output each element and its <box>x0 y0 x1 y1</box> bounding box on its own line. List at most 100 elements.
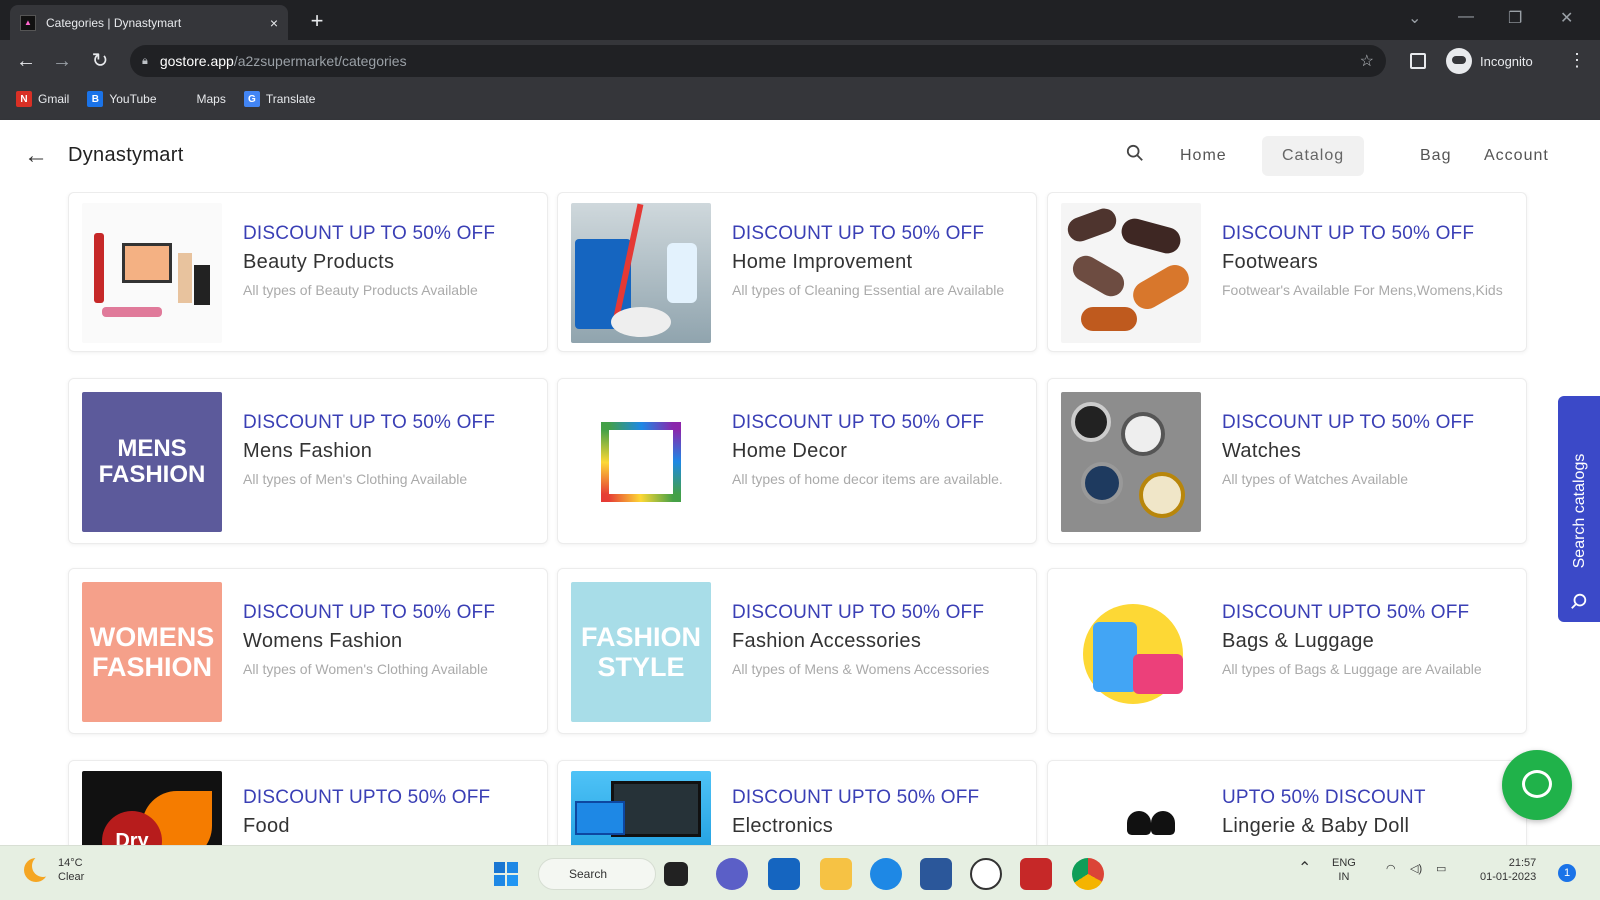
restore-icon[interactable]: ❐ <box>1508 8 1522 28</box>
weather-temp: 14°C <box>58 857 83 869</box>
address-bar[interactable]: 🔒︎ gostore.app /a2zsupermarket/categorie… <box>130 45 1386 77</box>
category-image[interactable] <box>82 203 222 343</box>
discount-label[interactable]: UPTO 50% DISCOUNT <box>1222 787 1516 809</box>
battery-icon[interactable]: ▭ <box>1436 862 1446 876</box>
category-description: All types of Mens & Womens Accessories <box>732 661 990 677</box>
category-card[interactable]: DISCOUNT UPTO 50% OFF Electronics <box>557 760 1037 845</box>
clock[interactable]: 21:57 01-01-2023 <box>1480 856 1536 884</box>
new-tab-button[interactable]: + <box>304 8 330 34</box>
discount-label[interactable]: DISCOUNT UP TO 50% OFF <box>1222 412 1516 434</box>
discount-label[interactable]: DISCOUNT UP TO 50% OFF <box>732 602 1026 624</box>
category-card[interactable]: DISCOUNT UPTO 50% OFF Bags & Luggage All t… <box>1047 568 1527 734</box>
browser-tab[interactable]: ▲ Categories | Dynastymart × <box>10 5 288 40</box>
close-tab-icon[interactable]: × <box>270 15 278 31</box>
category-card[interactable]: DISCOUNT UP TO 50% OFF Footwears Footwear'… <box>1047 192 1527 352</box>
discount-label[interactable]: DISCOUNT UP TO 50% OFF <box>732 412 1026 434</box>
chat-app-icon[interactable] <box>716 858 748 890</box>
category-name[interactable]: Footwears <box>1222 251 1516 274</box>
dell-icon[interactable] <box>970 858 1002 890</box>
category-card[interactable]: FASHION STYLE DISCOUNT UP TO 50% OFF Fashio… <box>557 568 1037 734</box>
wifi-icon[interactable]: ◠ <box>1386 862 1396 876</box>
category-image[interactable]: WOMENS FASHION <box>82 582 222 722</box>
reload-icon[interactable]: ↻ <box>88 49 112 73</box>
discount-label[interactable]: DISCOUNT UPTO 50% OFF <box>1222 602 1516 624</box>
show-hidden-icons-icon[interactable]: ⌃ <box>1298 861 1311 877</box>
edge-icon[interactable] <box>870 858 902 890</box>
taskbar-search[interactable]: Search <box>538 858 656 890</box>
category-image[interactable]: MENS FASHION <box>82 392 222 532</box>
category-name[interactable]: Home Improvement <box>732 251 1026 274</box>
task-view-icon[interactable] <box>664 862 688 886</box>
mcafee-icon[interactable] <box>1020 858 1052 890</box>
category-image[interactable] <box>571 392 711 532</box>
incognito-profile-button[interactable]: Incognito <box>1446 45 1533 77</box>
discount-label[interactable]: DISCOUNT UP TO 50% OFF <box>243 223 537 245</box>
outlook-icon[interactable] <box>768 858 800 890</box>
category-name[interactable]: Food <box>243 815 537 838</box>
category-card[interactable]: WOMENS FASHION DISCOUNT UP TO 50% OFF Women… <box>68 568 548 734</box>
category-image[interactable]: Dry <box>82 771 222 845</box>
weather-widget[interactable]: 14°C Clear <box>24 855 84 884</box>
lock-icon[interactable]: 🔒︎ <box>142 55 148 68</box>
discount-label[interactable]: DISCOUNT UPTO 50% OFF <box>243 787 537 809</box>
category-name[interactable]: Lingerie & Baby Doll <box>1222 815 1516 838</box>
chat-button[interactable] <box>1502 750 1572 820</box>
minimize-icon[interactable]: — <box>1458 8 1474 26</box>
category-name[interactable]: Bags & Luggage <box>1222 630 1516 653</box>
language-indicator[interactable]: ENG IN <box>1332 856 1356 884</box>
nav-bag[interactable]: Bag <box>1400 136 1471 176</box>
category-card[interactable]: Dry DISCOUNT UPTO 50% OFF Food <box>68 760 548 845</box>
windows-start-icon[interactable] <box>490 858 522 890</box>
chrome-icon[interactable] <box>1072 858 1104 890</box>
category-card[interactable]: MENS FASHION DISCOUNT UP TO 50% OFF Mens Fa… <box>68 378 548 544</box>
search-icon <box>1571 593 1587 609</box>
discount-label[interactable]: DISCOUNT UP TO 50% OFF <box>243 412 537 434</box>
category-image[interactable] <box>1061 771 1201 845</box>
close-window-icon[interactable]: ✕ <box>1560 8 1573 28</box>
category-card[interactable]: DISCOUNT UP TO 50% OFF Home Decor All type… <box>557 378 1037 544</box>
back-icon[interactable]: ← <box>14 49 38 73</box>
side-panel-icon[interactable] <box>1410 53 1426 69</box>
bookmark-gmail[interactable]: N Gmail <box>16 91 69 107</box>
category-card[interactable]: DISCOUNT UP TO 50% OFF Beauty Products All… <box>68 192 548 352</box>
category-image[interactable]: FASHION STYLE <box>571 582 711 722</box>
category-image[interactable] <box>1061 392 1201 532</box>
brand-name[interactable]: Dynastymart <box>68 144 184 167</box>
tab-search-icon[interactable]: ⌄ <box>1408 8 1421 28</box>
bookmark-translate[interactable]: G Translate <box>243 91 315 107</box>
nav-home[interactable]: Home <box>1160 136 1247 176</box>
category-name[interactable]: Fashion Accessories <box>732 630 1026 653</box>
nav-account[interactable]: Account <box>1464 136 1569 176</box>
maps-icon <box>174 91 191 107</box>
category-card[interactable]: DISCOUNT UP TO 50% OFF Home Improvement Al… <box>557 192 1037 352</box>
search-catalogs-tab[interactable]: Search catalogs <box>1558 396 1600 622</box>
category-image[interactable] <box>571 203 711 343</box>
store-icon[interactable] <box>920 858 952 890</box>
category-name[interactable]: Mens Fashion <box>243 440 537 463</box>
bookmark-star-icon[interactable]: ☆ <box>1360 51 1374 71</box>
discount-label[interactable]: DISCOUNT UP TO 50% OFF <box>243 602 537 624</box>
search-icon[interactable] <box>1126 144 1144 162</box>
nav-catalog[interactable]: Catalog <box>1262 136 1365 176</box>
category-card[interactable]: DISCOUNT UP TO 50% OFF Watches All types o… <box>1047 378 1527 544</box>
file-explorer-icon[interactable] <box>820 858 852 890</box>
browser-menu-icon[interactable]: ⋮ <box>1568 50 1586 71</box>
bookmark-youtube[interactable]: B YouTube <box>87 91 157 107</box>
category-name[interactable]: Home Decor <box>732 440 1026 463</box>
category-name[interactable]: Watches <box>1222 440 1516 463</box>
category-card[interactable]: UPTO 50% DISCOUNT Lingerie & Baby Doll <box>1047 760 1527 845</box>
back-arrow-icon[interactable]: ← <box>24 142 48 170</box>
discount-label[interactable]: DISCOUNT UP TO 50% OFF <box>1222 223 1516 245</box>
category-image[interactable] <box>1061 582 1201 722</box>
discount-label[interactable]: DISCOUNT UPTO 50% OFF <box>732 787 1026 809</box>
category-name[interactable]: Beauty Products <box>243 251 537 274</box>
discount-label[interactable]: DISCOUNT UP TO 50% OFF <box>732 223 1026 245</box>
bookmark-maps[interactable]: Maps <box>174 91 226 107</box>
notification-badge[interactable]: 1 <box>1558 864 1576 882</box>
volume-icon[interactable]: ◁) <box>1410 862 1422 876</box>
forward-icon[interactable]: → <box>50 49 74 73</box>
category-name[interactable]: Electronics <box>732 815 1026 838</box>
category-name[interactable]: Womens Fashion <box>243 630 537 653</box>
category-image[interactable] <box>571 771 711 845</box>
category-image[interactable] <box>1061 203 1201 343</box>
